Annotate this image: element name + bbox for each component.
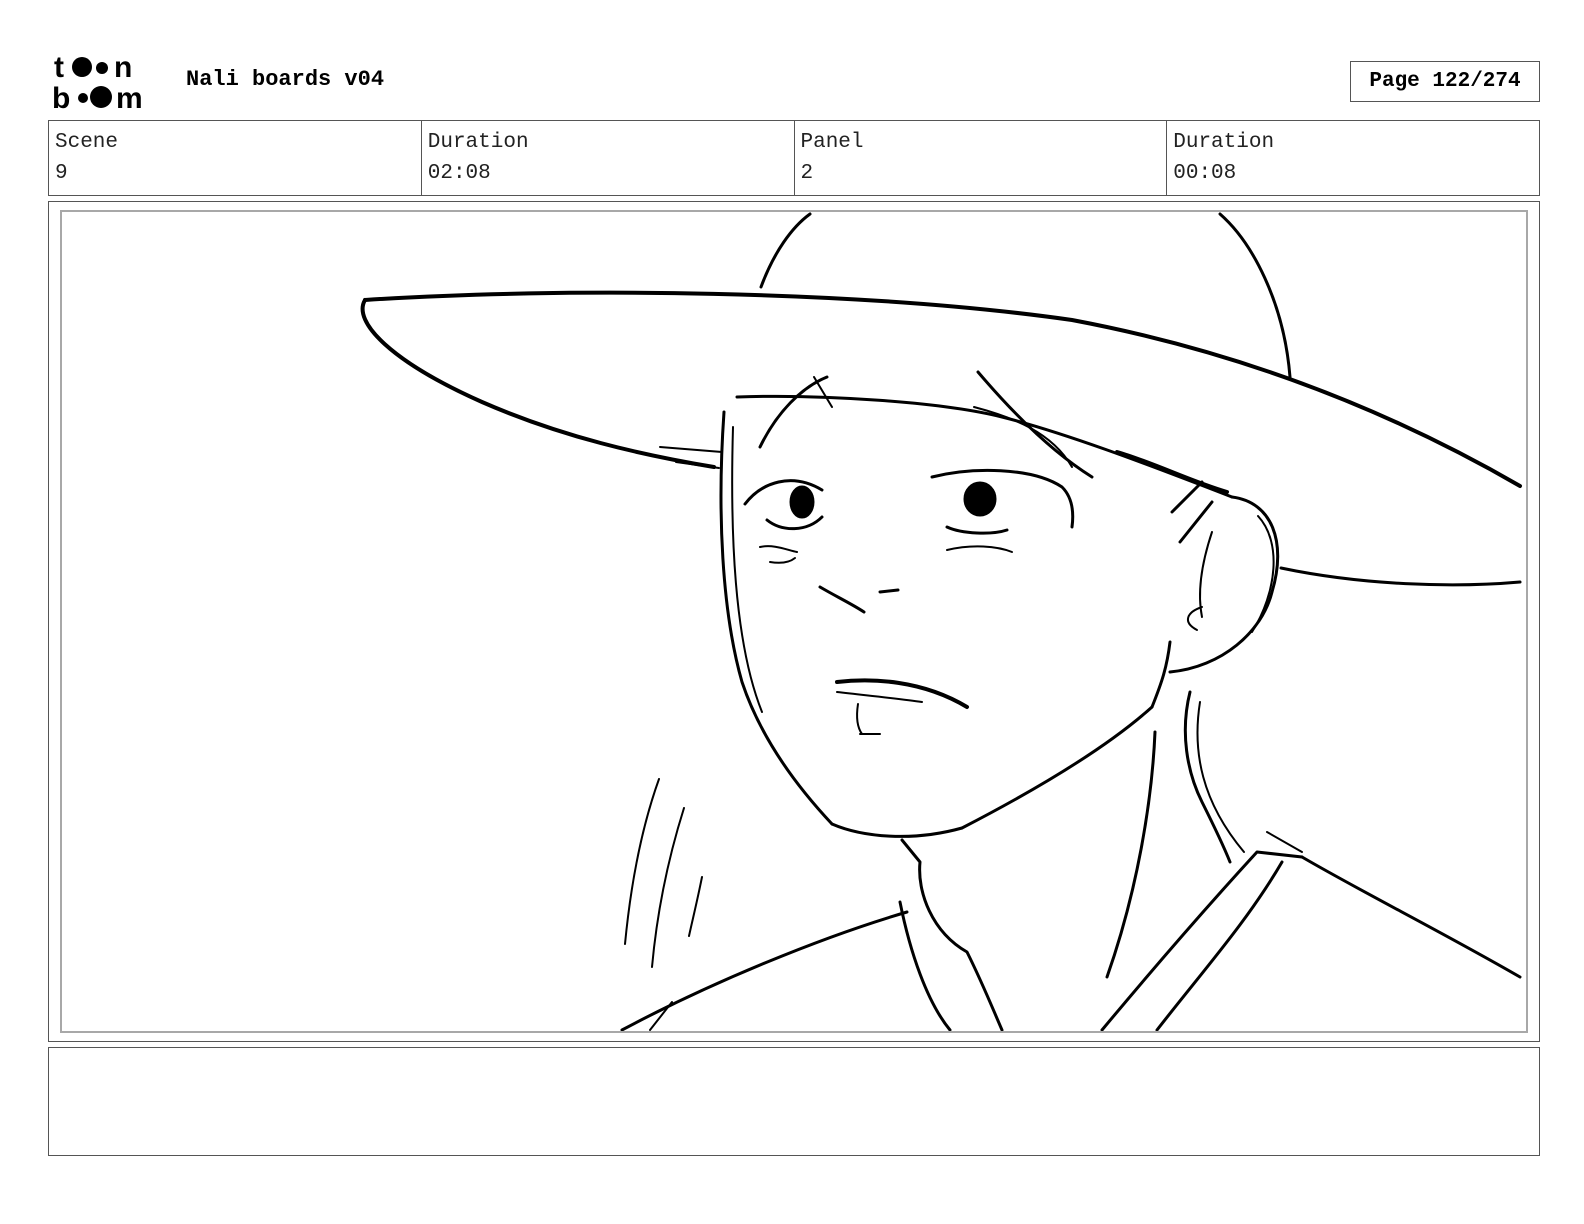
scene-info-row: Scene 9 Duration 02:08 Panel 2 Duration … bbox=[48, 120, 1540, 196]
panel-notes bbox=[48, 1047, 1540, 1156]
svg-text:m: m bbox=[116, 82, 143, 112]
storyboard-panel bbox=[48, 201, 1540, 1042]
scene-label: Scene bbox=[55, 131, 119, 154]
page-number: Page 122/274 bbox=[1350, 61, 1540, 102]
scene-duration-label: Duration bbox=[427, 131, 529, 154]
scene-duration-value: 02:08 bbox=[427, 162, 491, 185]
sketch-drawing bbox=[360, 212, 1522, 1031]
scene-duration-cell: Duration 02:08 bbox=[420, 121, 794, 195]
panel-label: Panel bbox=[800, 131, 864, 154]
document-title: Nali boards v04 bbox=[186, 67, 385, 92]
panel-value: 2 bbox=[800, 162, 814, 185]
panel-cell: Panel 2 bbox=[793, 121, 1167, 195]
svg-text:n: n bbox=[114, 51, 132, 84]
panel-duration-value: 00:08 bbox=[1173, 162, 1237, 185]
svg-text:b: b bbox=[52, 82, 70, 112]
scene-cell: Scene 9 bbox=[49, 121, 421, 195]
panel-duration-cell: Duration 00:08 bbox=[1166, 121, 1539, 195]
toon-boom-logo-icon: t n b m bbox=[52, 50, 164, 115]
panel-drawing-area bbox=[60, 210, 1528, 1033]
panel-duration-label: Duration bbox=[1173, 131, 1275, 154]
scene-value: 9 bbox=[55, 162, 68, 185]
svg-text:t: t bbox=[54, 51, 64, 84]
